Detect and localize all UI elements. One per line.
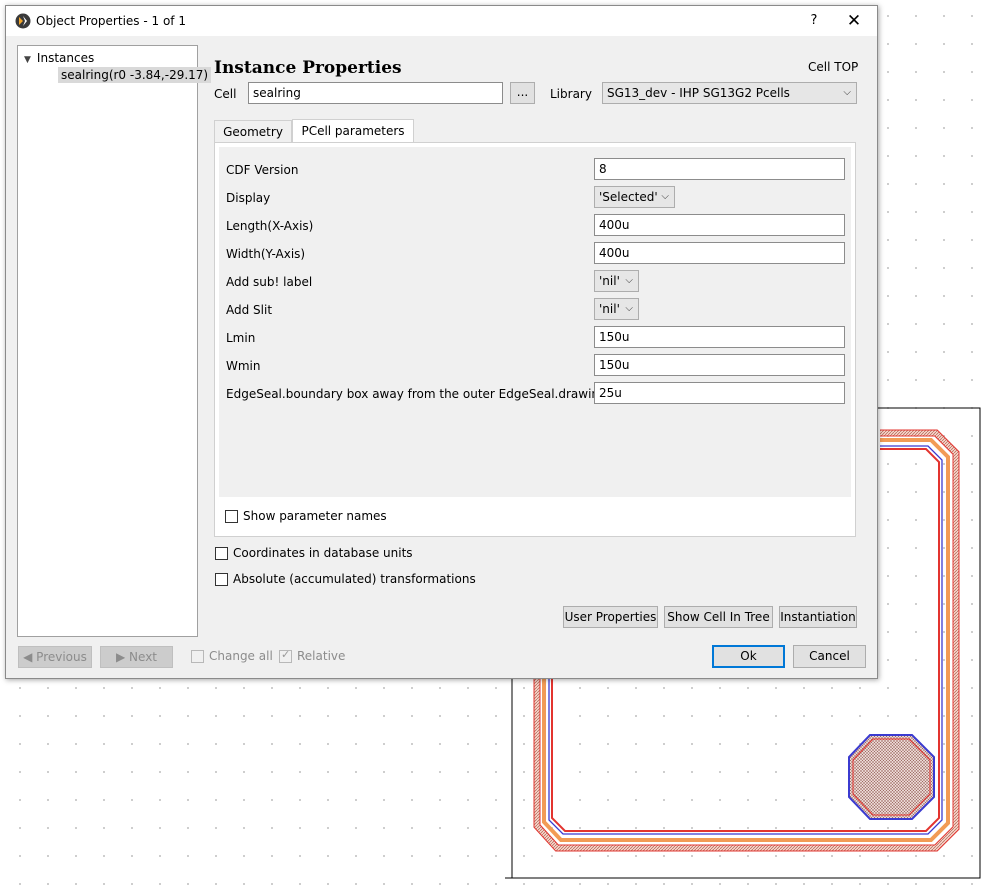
tab-geometry[interactable]: Geometry	[214, 120, 292, 142]
next-button-label: Next	[129, 650, 158, 664]
absolute-transformations-label: Absolute (accumulated) transformations	[233, 572, 476, 586]
chevron-down-icon: ⌵	[625, 303, 633, 314]
library-select-value: SG13_dev - IHP SG13G2 Pcells	[607, 86, 790, 100]
show-cell-in-tree-button[interactable]: Show Cell In Tree	[664, 606, 773, 628]
title-bar: Object Properties - 1 of 1 ? ✕	[6, 6, 877, 36]
param-display-value: 'Selected'	[599, 190, 658, 204]
show-parameter-names-label: Show parameter names	[243, 509, 387, 523]
parameter-grid: CDF Version 8 Display 'Selected' ⌵ Length…	[219, 147, 851, 497]
chevron-down-icon: ⌵	[625, 275, 633, 286]
user-properties-button[interactable]: User Properties	[563, 606, 658, 628]
instance-tree[interactable]: ▼ Instances sealring(r0 -3.84,-29.17)	[17, 45, 212, 637]
cell-browse-button[interactable]: ...	[510, 82, 535, 104]
param-cdf-version-input[interactable]: 8	[594, 158, 845, 180]
param-lmin-input[interactable]: 150u	[594, 326, 845, 348]
cell-top-label: Cell TOP	[808, 60, 859, 74]
param-display-select[interactable]: 'Selected' ⌵	[594, 186, 675, 208]
coordinates-db-units-checkbox[interactable]	[215, 547, 228, 560]
param-add-sub-label-value: 'nil'	[599, 274, 620, 288]
param-label: EdgeSeal.boundary box away from the oute…	[226, 387, 607, 401]
param-label: CDF Version	[226, 163, 299, 177]
param-add-slit-select[interactable]: 'nil' ⌵	[594, 298, 639, 320]
param-add-sub-label-select[interactable]: 'nil' ⌵	[594, 270, 639, 292]
octagon-pad	[848, 734, 935, 820]
instantiation-button[interactable]: Instantiation	[779, 606, 857, 628]
show-parameter-names-checkbox[interactable]	[225, 510, 238, 523]
ok-button[interactable]: Ok	[712, 645, 785, 668]
cell-label: Cell	[214, 87, 237, 101]
param-label: Display	[226, 191, 271, 205]
next-button[interactable]: ▶ Next	[100, 646, 173, 668]
relative-label: Relative	[297, 649, 346, 663]
library-label: Library	[550, 87, 592, 101]
page-title: Instance Properties	[214, 58, 402, 78]
absolute-transformations-checkbox[interactable]	[215, 573, 228, 586]
chevron-down-icon: ⌵	[843, 87, 851, 98]
tree-item-sealring[interactable]: sealring(r0 -3.84,-29.17)	[58, 67, 212, 83]
change-all-checkbox[interactable]	[191, 650, 204, 663]
param-label: Lmin	[226, 331, 256, 345]
triangle-down-icon[interactable]: ▼	[24, 55, 31, 65]
arrow-right-icon: ▶	[115, 650, 126, 664]
arrow-left-icon: ◀	[23, 650, 33, 664]
param-label: Add Slit	[226, 303, 273, 317]
param-label: Wmin	[226, 359, 261, 373]
param-wmin-input[interactable]: 150u	[594, 354, 845, 376]
pcell-parameters-panel: CDF Version 8 Display 'Selected' ⌵ Length…	[214, 142, 856, 537]
tree-root-label: Instances	[36, 51, 95, 65]
previous-button-label: Previous	[36, 650, 87, 664]
relative-checkbox[interactable]	[279, 648, 292, 663]
tree-root-instances[interactable]: ▼ Instances	[24, 51, 94, 65]
param-label: Add sub! label	[226, 275, 313, 289]
param-add-slit-value: 'nil'	[599, 302, 620, 316]
chevron-down-icon: ⌵	[661, 191, 669, 202]
klayout-app-icon	[15, 13, 31, 29]
change-all-label: Change all	[209, 649, 273, 663]
close-button[interactable]: ✕	[842, 9, 866, 33]
object-properties-dialog: Object Properties - 1 of 1 ? ✕ ▼ Instance…	[5, 5, 878, 679]
param-length-input[interactable]: 400u	[594, 214, 845, 236]
cancel-button[interactable]: Cancel	[793, 645, 866, 668]
library-select[interactable]: SG13_dev - IHP SG13G2 Pcells ⌵	[602, 82, 857, 104]
param-label: Width(Y-Axis)	[226, 247, 306, 261]
window-title: Object Properties - 1 of 1	[36, 14, 186, 28]
param-label: Length(X-Axis)	[226, 219, 314, 233]
param-edgeseal-input[interactable]: 25u	[594, 382, 845, 404]
help-button[interactable]: ?	[802, 9, 826, 33]
tab-pcell-parameters[interactable]: PCell parameters	[292, 119, 414, 143]
previous-button[interactable]: ◀ Previous	[18, 646, 92, 668]
cell-name-input[interactable]: sealring	[248, 82, 503, 104]
param-width-input[interactable]: 400u	[594, 242, 845, 264]
coordinates-db-units-label: Coordinates in database units	[233, 546, 413, 560]
